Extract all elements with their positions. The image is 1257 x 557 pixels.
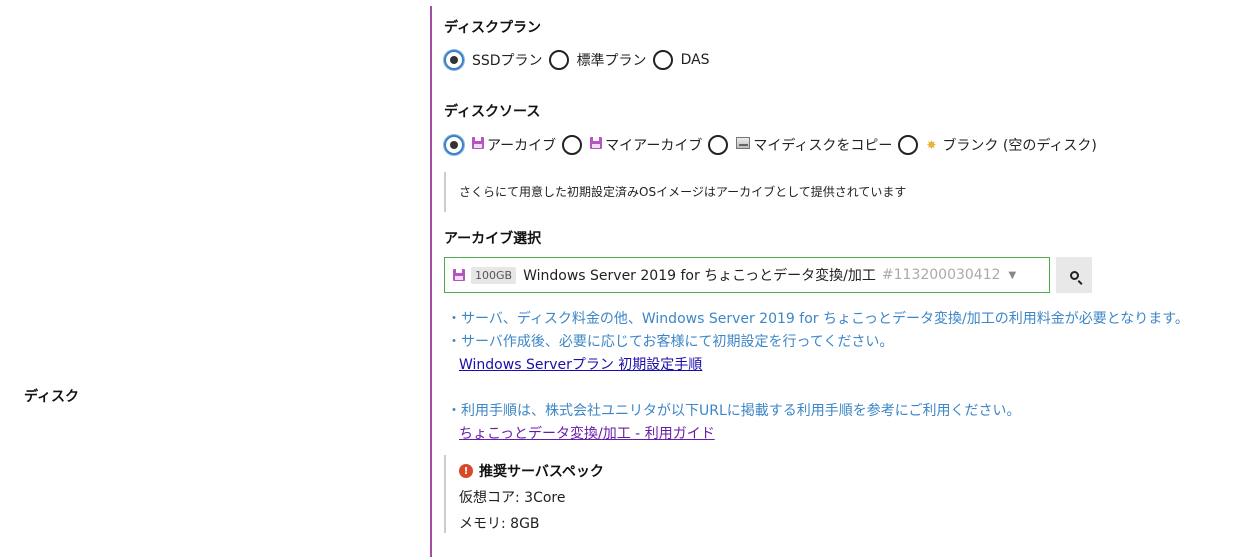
disk-source-label-archive: アーカイブ [487, 138, 557, 154]
hdd-icon [736, 137, 751, 149]
caret-down-icon: ▼ [1008, 269, 1017, 281]
spec-memory: メモリ: 8GB [459, 516, 540, 532]
disk-plan-radio-ssd[interactable] [444, 50, 464, 70]
disk-source-label-my-archive: マイアーカイブ [605, 138, 703, 154]
section-divider [430, 6, 432, 557]
disk-plan-option-ssd[interactable]: SSDプラン [444, 50, 543, 70]
disk-plan-title: ディスクプラン [444, 20, 542, 36]
sun-icon: ✸ [926, 138, 937, 152]
archive-select-dropdown[interactable]: 100GB Windows Server 2019 for ちょこっとデータ変換… [444, 257, 1050, 293]
disk-source-radio-archive[interactable] [444, 135, 464, 155]
note-usage: ・利用手順は、株式会社ユニリタが以下URLに掲載する利用手順を参考にご利用くださ… [447, 403, 1021, 419]
archive-info-box: さくらにて用意した初期設定済みOSイメージはアーカイブとして提供されています [444, 172, 1004, 212]
spec-cpu: 仮想コア: 3Core [459, 490, 566, 506]
disk-source-radio-copy-disk[interactable] [708, 135, 729, 155]
disk-source-radio-blank[interactable] [898, 135, 919, 155]
disk-source-option-blank[interactable]: ✸ ブランク (空のディスク) [898, 135, 1097, 155]
disk-source-title: ディスクソース [444, 104, 541, 120]
disk-source-label-blank: ブランク (空のディスク) [942, 138, 1097, 154]
disk-plan-option-standard[interactable]: 標準プラン [548, 50, 647, 70]
search-icon [1069, 270, 1079, 280]
initial-setup-guide-link[interactable]: Windows Serverプラン 初期設定手順 [459, 354, 702, 374]
floppy-icon [453, 269, 465, 281]
recommended-spec-header: ! 推奨サーバスペック [459, 461, 1004, 481]
note-initial-setup: ・サーバ作成後、必要に応じてお客様にて初期設定を行ってください。 [447, 334, 894, 350]
disk-source-radio-my-archive[interactable] [562, 135, 583, 155]
archive-selected-value: Windows Server 2019 for ちょこっとデータ変換/加工 [523, 268, 876, 284]
exclamation-icon: ! [459, 464, 473, 478]
disk-plan-option-das[interactable]: DAS [652, 50, 710, 70]
disk-plan-radio-group: SSDプラン 標準プラン DAS [444, 50, 716, 70]
disk-plan-radio-das[interactable] [652, 50, 673, 70]
floppy-icon [472, 137, 484, 149]
archive-select-title: アーカイブ選択 [444, 231, 542, 247]
disk-source-option-my-archive[interactable]: マイアーカイブ [562, 135, 702, 155]
disk-source-radio-group: アーカイブ マイアーカイブ マイディスクをコピー ✸ ブランク (空のディスク) [444, 135, 1103, 155]
recommended-spec-box: ! 推奨サーバスペック 仮想コア: 3Core メモリ: 8GB [444, 455, 1004, 533]
archive-info-text: さくらにて用意した初期設定済みOSイメージはアーカイブとして提供されています [459, 185, 907, 199]
disk-source-label-copy-disk: マイディスクをコピー [753, 138, 893, 154]
disk-plan-label-standard: 標準プラン [576, 53, 647, 69]
note-pricing: ・サーバ、ディスク料金の他、Windows Server 2019 for ちょ… [447, 311, 1189, 327]
disk-plan-label-ssd: SSDプラン [472, 53, 543, 69]
archive-size-badge: 100GB [471, 266, 517, 284]
disk-plan-radio-standard[interactable] [548, 50, 569, 70]
disk-section-label: ディスク [24, 389, 80, 405]
archive-id: #113200030412 [881, 267, 1001, 283]
floppy-icon [590, 137, 603, 149]
recommended-spec-title: 推奨サーバスペック [479, 464, 604, 480]
usage-guide-link[interactable]: ちょこっとデータ変換/加工 - 利用ガイド [459, 423, 715, 443]
disk-source-option-archive[interactable]: アーカイブ [444, 135, 556, 155]
archive-search-button[interactable] [1056, 257, 1092, 293]
disk-plan-label-das: DAS [680, 52, 710, 68]
disk-source-option-copy-disk[interactable]: マイディスクをコピー [708, 135, 892, 155]
